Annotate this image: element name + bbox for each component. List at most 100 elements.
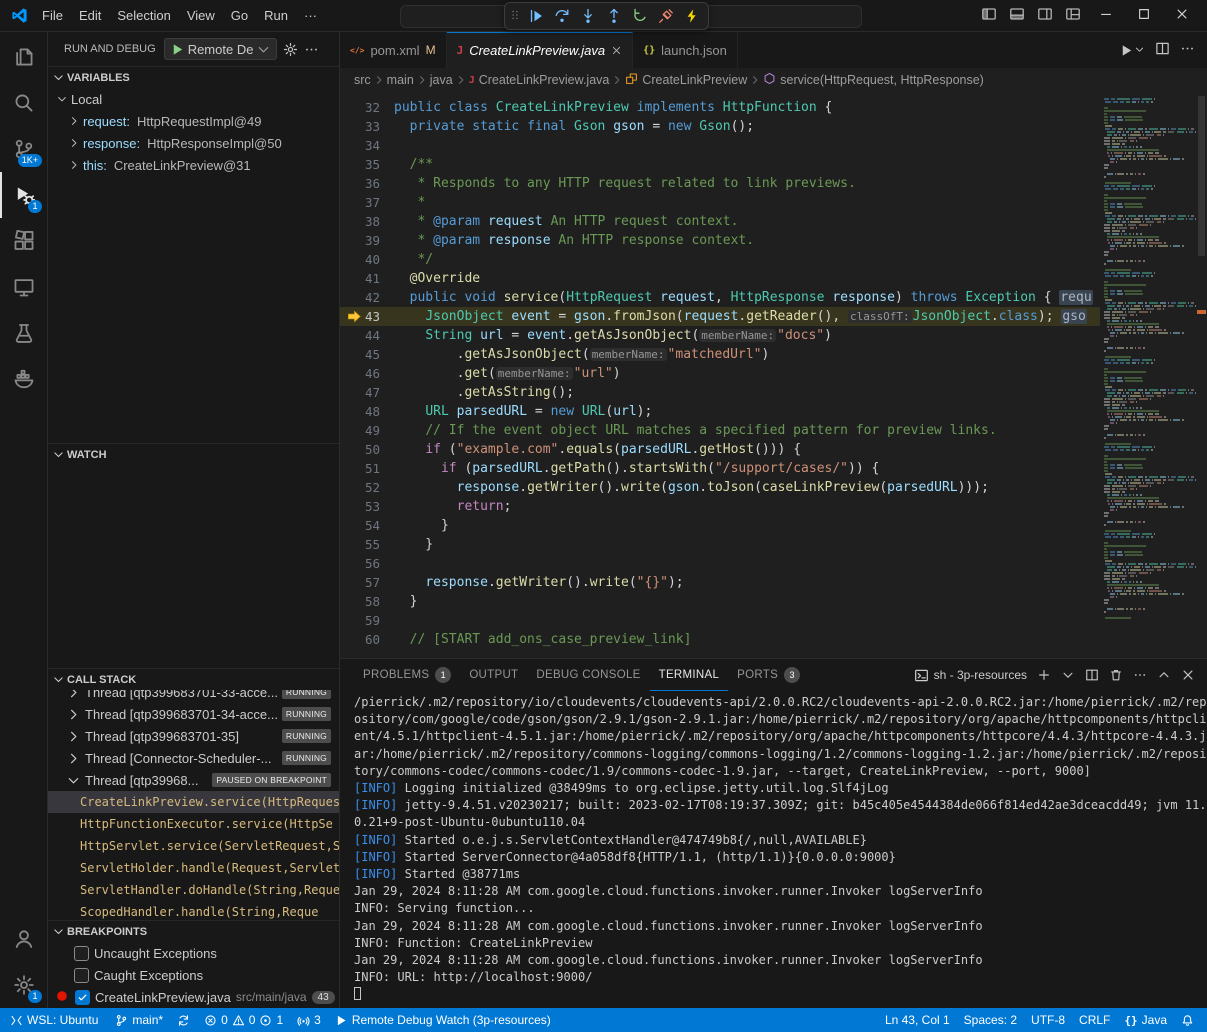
callstack-thread[interactable]: Thread [qtp399683701-33-acce...RUNNING	[48, 690, 339, 703]
breakpoint-row[interactable]: Uncaught Exceptions	[48, 942, 339, 964]
code-line-56[interactable]: 56	[340, 554, 1100, 573]
menu-file[interactable]: File	[34, 5, 71, 27]
menu-overflow[interactable]: ···	[296, 5, 325, 27]
code-line-39[interactable]: 39 * @param response An HTTP response co…	[340, 231, 1100, 250]
watch-header[interactable]: WATCH	[48, 443, 339, 465]
layout-panel-toggle[interactable]	[1009, 6, 1025, 25]
gutter-line-38[interactable]: 38	[340, 212, 394, 231]
status-debug-status[interactable]: Remote Debug Watch (3p-resources)	[328, 1008, 558, 1032]
gutter-line-41[interactable]: 41	[340, 269, 394, 288]
breadcrumb-item[interactable]: CreateLinkPreview	[625, 72, 747, 88]
split-terminal-button[interactable]	[1085, 668, 1099, 682]
terminal-output[interactable]: /pierrick/.m2/repository/io/cloudevents/…	[340, 691, 1207, 1008]
gutter-line-35[interactable]: 35	[340, 155, 394, 174]
minimap[interactable]	[1100, 92, 1196, 658]
gutter-line-45[interactable]: 45	[340, 345, 394, 364]
callstack-frame[interactable]: CreateLinkPreview.service(HttpReques	[48, 791, 339, 813]
activity-docker[interactable]	[0, 356, 47, 402]
breadcrumb-item[interactable]: java	[430, 73, 453, 87]
activity-testing[interactable]	[0, 310, 47, 356]
breadcrumb-item[interactable]: src	[354, 73, 371, 87]
close-tab-button[interactable]	[611, 45, 622, 56]
code-line-47[interactable]: 47 .getAsString();	[340, 383, 1100, 402]
status-remote[interactable]: WSL: Ubuntu	[0, 1008, 108, 1032]
breadcrumb-item[interactable]: main	[387, 73, 414, 87]
gutter-line-43[interactable]: 43	[340, 307, 394, 326]
breakpoint-checkbox[interactable]	[75, 990, 90, 1005]
code-line-40[interactable]: 40 */	[340, 250, 1100, 269]
gutter-line-39[interactable]: 39	[340, 231, 394, 250]
gutter-line-33[interactable]: 33	[340, 117, 394, 136]
gutter-line-44[interactable]: 44	[340, 326, 394, 345]
step-out-button[interactable]	[601, 4, 626, 28]
restart-button[interactable]	[627, 4, 652, 28]
debug-toolbar-grip[interactable]	[509, 8, 522, 25]
call-stack-header[interactable]: CALL STACK	[48, 668, 339, 690]
breakpoint-row[interactable]: Caught Exceptions	[48, 964, 339, 986]
gutter-line-37[interactable]: 37	[340, 193, 394, 212]
code-line-41[interactable]: 41 @Override	[340, 269, 1100, 288]
breadcrumb-item[interactable]: JCreateLinkPreview.java	[469, 73, 610, 87]
gutter-line-56[interactable]: 56	[340, 554, 394, 573]
activity-explorer[interactable]	[0, 34, 47, 80]
gutter-line-50[interactable]: 50	[340, 440, 394, 459]
code-line-34[interactable]: 34	[340, 136, 1100, 155]
callstack-frame[interactable]: HttpServlet.service(ServletRequest,S	[48, 835, 339, 857]
panel-tab-problems[interactable]: PROBLEMS1	[354, 659, 460, 691]
gutter-line-52[interactable]: 52	[340, 478, 394, 497]
gutter-line-46[interactable]: 46	[340, 364, 394, 383]
activity-accounts[interactable]	[0, 916, 47, 962]
callstack-thread[interactable]: Thread [Connector-Scheduler-...RUNNING	[48, 747, 339, 769]
status-ports[interactable]: 3	[290, 1008, 328, 1032]
callstack-frame[interactable]: ServletHandler.doHandle(String,Reque	[48, 879, 339, 901]
code-line-55[interactable]: 55 }	[340, 535, 1100, 554]
panel-tab-output[interactable]: OUTPUT	[460, 659, 527, 691]
status-encoding[interactable]: UTF-8	[1024, 1008, 1072, 1032]
gutter-line-32[interactable]: 32	[340, 98, 394, 117]
menu-selection[interactable]: Selection	[109, 5, 178, 27]
gutter-line-60[interactable]: 60	[340, 630, 394, 649]
step-into-button[interactable]	[575, 4, 600, 28]
code-line-50[interactable]: 50 if ("example.com".equals(parsedURL.ge…	[340, 440, 1100, 459]
status-sync[interactable]	[170, 1008, 197, 1032]
variable-row[interactable]: response:HttpResponseImpl@50	[48, 132, 339, 154]
code-line-49[interactable]: 49 // If the event object URL matches a …	[340, 421, 1100, 440]
gutter-line-34[interactable]: 34	[340, 136, 394, 155]
layout-customize-toggle[interactable]	[1065, 6, 1081, 25]
code-line-51[interactable]: 51 if (parsedURL.getPath().startsWith("/…	[340, 459, 1100, 478]
scope-local[interactable]: Local	[48, 88, 339, 110]
code-line-44[interactable]: 44 String url = event.getAsJsonObject(me…	[340, 326, 1100, 345]
code-line-48[interactable]: 48 URL parsedURL = new URL(url);	[340, 402, 1100, 421]
breakpoint-checkbox[interactable]	[74, 968, 89, 983]
callstack-thread[interactable]: Thread [qtp39968...PAUSED ON BREAKPOINT	[48, 769, 339, 791]
panel-tab-ports[interactable]: PORTS3	[728, 659, 809, 691]
callstack-thread[interactable]: Thread [qtp399683701-35]RUNNING	[48, 725, 339, 747]
gutter-line-53[interactable]: 53	[340, 497, 394, 516]
menu-view[interactable]: View	[179, 5, 223, 27]
scrollbar-thumb[interactable]	[1198, 96, 1205, 256]
gutter-line-36[interactable]: 36	[340, 174, 394, 193]
code-line-36[interactable]: 36 * Responds to any HTTP request relate…	[340, 174, 1100, 193]
code-line-43[interactable]: 43 JsonObject event = gson.fromJson(requ…	[340, 307, 1100, 326]
panel-more-actions[interactable]	[1133, 668, 1147, 682]
status-cursor-position[interactable]: Ln 43, Col 1	[878, 1008, 957, 1032]
editor-scrollbar[interactable]	[1196, 92, 1207, 658]
code-line-32[interactable]: 32public class CreateLinkPreview impleme…	[340, 98, 1100, 117]
variable-row[interactable]: request:HttpRequestImpl@49	[48, 110, 339, 132]
gutter-line-49[interactable]: 49	[340, 421, 394, 440]
status-eol[interactable]: CRLF	[1072, 1008, 1117, 1032]
sidebar-more-actions[interactable]	[304, 42, 319, 57]
code-editor[interactable]: 32public class CreateLinkPreview impleme…	[340, 92, 1207, 658]
kill-terminal-button[interactable]	[1109, 668, 1123, 682]
gutter-line-48[interactable]: 48	[340, 402, 394, 421]
gutter-line-51[interactable]: 51	[340, 459, 394, 478]
code-line-37[interactable]: 37 *	[340, 193, 1100, 212]
split-editor-button[interactable]	[1155, 41, 1170, 59]
maximize-button[interactable]	[1131, 7, 1157, 24]
activity-settings[interactable]: 1	[0, 962, 47, 1008]
gutter-line-42[interactable]: 42	[340, 288, 394, 307]
code-line-60[interactable]: 60 // [START add_ons_case_preview_link]	[340, 630, 1100, 649]
close-window-button[interactable]	[1169, 7, 1195, 24]
breakpoint-checkbox[interactable]	[74, 946, 89, 961]
tab-pom.xml[interactable]: </>pom.xmlM	[340, 32, 447, 68]
